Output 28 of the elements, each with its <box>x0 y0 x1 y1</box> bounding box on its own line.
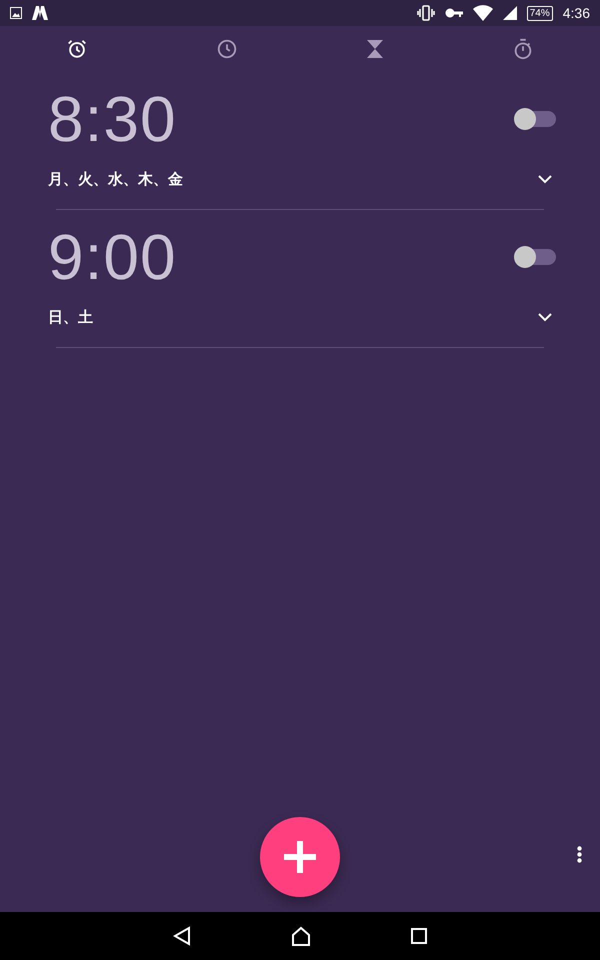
key-icon <box>444 7 463 19</box>
alarm-switch[interactable] <box>516 249 556 265</box>
chevron-down-icon <box>538 175 552 184</box>
alarm-switch[interactable] <box>516 111 556 127</box>
chevron-down-icon <box>538 313 552 322</box>
vibrate-icon <box>416 5 435 21</box>
plus-icon <box>284 841 316 873</box>
alarm-clock-icon <box>66 38 88 60</box>
home-button[interactable] <box>291 926 311 946</box>
battery-level: 74% <box>526 6 553 20</box>
more-vertical-icon <box>577 846 582 863</box>
alarm-days: 日、土 <box>48 308 93 327</box>
alarm-time[interactable]: 8:30 <box>48 82 177 156</box>
status-time: 4:36 <box>562 5 590 21</box>
hourglass-icon <box>366 39 384 59</box>
app-logo-icon <box>32 6 48 20</box>
expand-button[interactable] <box>538 175 552 184</box>
image-icon <box>10 7 22 19</box>
stopwatch-icon <box>512 38 534 60</box>
alarm-days: 月、火、水、木、金 <box>48 170 183 189</box>
recents-button[interactable] <box>411 928 427 944</box>
more-button[interactable] <box>577 846 582 863</box>
clock-icon <box>216 38 238 60</box>
back-button[interactable] <box>173 926 191 946</box>
alarm-time[interactable]: 9:00 <box>48 220 177 294</box>
wifi-icon <box>472 5 493 21</box>
expand-button[interactable] <box>538 313 552 322</box>
signal-icon <box>502 6 517 20</box>
